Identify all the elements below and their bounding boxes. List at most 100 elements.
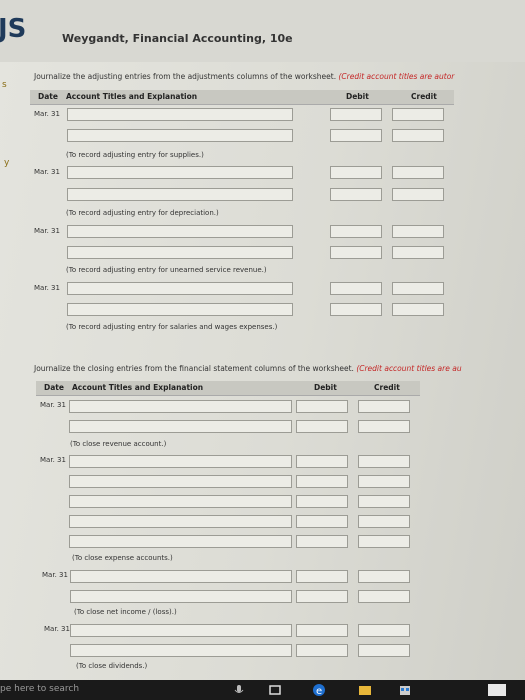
debit-input[interactable]: [296, 495, 348, 508]
adjusting-instruction-text: Journalize the adjusting entries from th…: [34, 72, 337, 81]
book-title: Weygandt, Financial Accounting, 10e: [62, 32, 293, 45]
side-mark: y: [4, 158, 10, 168]
account-title-input[interactable]: [69, 535, 292, 548]
task-view-icon[interactable]: [268, 683, 282, 697]
account-title-input[interactable]: [69, 455, 292, 468]
debit-input[interactable]: [296, 515, 348, 528]
credit-input[interactable]: [358, 400, 410, 413]
account-title-input[interactable]: [70, 570, 292, 583]
credit-input[interactable]: [358, 644, 410, 657]
debit-input[interactable]: [296, 475, 348, 488]
closing-instruction-note: (Credit account titles are au: [356, 364, 462, 373]
debit-input[interactable]: [296, 420, 348, 433]
closing-header: Date Account Titles and Explanation Debi…: [36, 381, 420, 396]
col-debit: Debit: [346, 92, 369, 101]
logo: JS: [0, 14, 27, 44]
debit-input[interactable]: [296, 624, 348, 637]
entry-explanation: (To close net income / (loss).): [74, 608, 177, 616]
credit-input[interactable]: [358, 420, 410, 433]
account-title-input[interactable]: [67, 166, 293, 179]
debit-input[interactable]: [330, 225, 382, 238]
account-title-input[interactable]: [67, 108, 293, 121]
credit-input[interactable]: [358, 515, 410, 528]
credit-input[interactable]: [392, 246, 444, 259]
debit-input[interactable]: [330, 166, 382, 179]
file-explorer-icon[interactable]: [358, 683, 372, 697]
closing-instruction-text: Journalize the closing entries from the …: [34, 364, 354, 373]
taskbar-search[interactable]: pe here to search: [0, 684, 79, 694]
account-title-input[interactable]: [67, 282, 293, 295]
debit-input[interactable]: [330, 246, 382, 259]
credit-input[interactable]: [358, 570, 410, 583]
account-title-input[interactable]: [70, 644, 292, 657]
credit-input[interactable]: [358, 455, 410, 468]
debit-input[interactable]: [330, 303, 382, 316]
account-title-input[interactable]: [69, 400, 292, 413]
col-debit: Debit: [314, 383, 337, 392]
app-header: JS Weygandt, Financial Accounting, 10e: [0, 0, 525, 62]
col-credit: Credit: [374, 383, 400, 392]
screen: JS Weygandt, Financial Accounting, 10e s…: [0, 0, 525, 700]
entry-explanation: (To close dividends.): [76, 662, 148, 670]
credit-input[interactable]: [358, 590, 410, 603]
col-date: Date: [38, 92, 58, 101]
debit-input[interactable]: [296, 570, 348, 583]
entry-explanation: (To close expense accounts.): [72, 554, 173, 562]
credit-input[interactable]: [392, 108, 444, 121]
account-title-input[interactable]: [67, 188, 293, 201]
taskbar: pe here to search e: [0, 680, 525, 700]
edge-browser-icon[interactable]: e: [312, 683, 326, 697]
account-title-input[interactable]: [69, 475, 292, 488]
account-title-input[interactable]: [67, 225, 293, 238]
credit-input[interactable]: [358, 624, 410, 637]
account-title-input[interactable]: [69, 515, 292, 528]
credit-input[interactable]: [392, 225, 444, 238]
entry-explanation: (To close revenue account.): [70, 440, 167, 448]
credit-input[interactable]: [392, 303, 444, 316]
entry-date: Mar. 31: [34, 227, 60, 235]
entry-explanation: (To record adjusting entry for supplies.…: [66, 151, 204, 159]
account-title-input[interactable]: [67, 129, 293, 142]
debit-input[interactable]: [296, 535, 348, 548]
account-title-input[interactable]: [70, 624, 292, 637]
entry-date: Mar. 31: [42, 571, 68, 579]
col-account: Account Titles and Explanation: [66, 92, 198, 101]
credit-input[interactable]: [392, 188, 444, 201]
microphone-icon[interactable]: [232, 683, 246, 697]
debit-input[interactable]: [330, 108, 382, 121]
svg-text:e: e: [316, 686, 322, 697]
col-credit: Credit: [411, 92, 437, 101]
entry-explanation: (To record adjusting entry for depreciat…: [66, 209, 219, 217]
credit-input[interactable]: [392, 282, 444, 295]
debit-input[interactable]: [330, 129, 382, 142]
col-account: Account Titles and Explanation: [72, 383, 204, 392]
adjusting-instruction-note: (Credit account titles are autor: [338, 72, 455, 81]
debit-input[interactable]: [296, 644, 348, 657]
credit-input[interactable]: [358, 495, 410, 508]
entry-date: Mar. 31: [34, 284, 60, 292]
closing-instruction: Journalize the closing entries from the …: [34, 364, 462, 373]
debit-input[interactable]: [296, 400, 348, 413]
account-title-input[interactable]: [67, 303, 293, 316]
entry-date: Mar. 31: [44, 625, 70, 633]
account-title-input[interactable]: [69, 495, 292, 508]
store-icon[interactable]: [398, 683, 412, 697]
credit-input[interactable]: [392, 166, 444, 179]
entry-explanation: (To record adjusting entry for salaries …: [66, 323, 278, 331]
col-date: Date: [44, 383, 64, 392]
debit-input[interactable]: [330, 188, 382, 201]
credit-input[interactable]: [358, 535, 410, 548]
account-title-input[interactable]: [70, 590, 292, 603]
side-mark: s: [2, 80, 7, 90]
calculator-icon[interactable]: [486, 683, 508, 697]
debit-input[interactable]: [296, 590, 348, 603]
question-content: s y Journalize the adjusting entries fro…: [0, 62, 525, 680]
account-title-input[interactable]: [69, 420, 292, 433]
adjusting-instruction: Journalize the adjusting entries from th…: [34, 72, 454, 81]
adjusting-header: Date Account Titles and Explanation Debi…: [30, 90, 454, 105]
account-title-input[interactable]: [67, 246, 293, 259]
debit-input[interactable]: [296, 455, 348, 468]
credit-input[interactable]: [392, 129, 444, 142]
debit-input[interactable]: [330, 282, 382, 295]
credit-input[interactable]: [358, 475, 410, 488]
